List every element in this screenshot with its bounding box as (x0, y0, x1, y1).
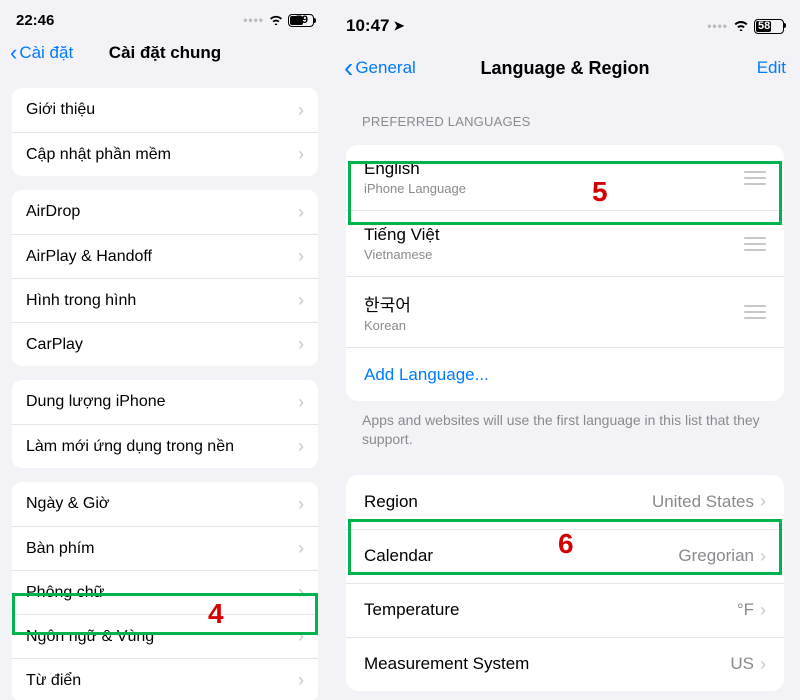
status-bar: 10:47 ➤ •••• 58 (330, 0, 800, 44)
status-time: 10:47 ➤ (346, 16, 404, 36)
chevron-right-icon: › (760, 491, 766, 512)
chevron-right-icon: › (298, 202, 304, 223)
wifi-icon (732, 18, 750, 34)
drag-handle-icon[interactable] (744, 305, 766, 319)
row-temperature[interactable]: Temperature°F› (346, 583, 784, 637)
back-label: Cài đặt (19, 43, 73, 63)
row-add-language[interactable]: Add Language... (346, 347, 784, 401)
row-region[interactable]: RegionUnited States› (346, 475, 784, 529)
chevron-right-icon: › (298, 144, 304, 165)
back-button[interactable]: ‹ General (344, 54, 416, 82)
chevron-right-icon: › (298, 538, 304, 559)
nav-bar: ‹ General Language & Region Edit (330, 44, 800, 94)
section-header-languages: Preferred Languages (330, 94, 800, 135)
chevron-right-icon: › (298, 626, 304, 647)
chevron-right-icon: › (760, 546, 766, 567)
row-software-update[interactable]: Cập nhật phần mềm› (12, 132, 318, 176)
group-languages: EnglishiPhone Language Tiếng ViệtVietnam… (346, 145, 784, 401)
phone-general-settings: 22:46 •••• 59 ‹ Cài đặt Cài đặt chung Gi… (0, 0, 330, 700)
cellular-icon: •••• (243, 13, 264, 27)
row-pip[interactable]: Hình trong hình› (12, 278, 318, 322)
row-measurement[interactable]: Measurement SystemUS› (346, 637, 784, 691)
chevron-right-icon: › (298, 582, 304, 603)
status-time: 22:46 (16, 12, 54, 29)
row-bgrefresh[interactable]: Làm mới ứng dụng trong nền› (12, 424, 318, 468)
cellular-icon: •••• (707, 19, 728, 33)
row-carplay[interactable]: CarPlay› (12, 322, 318, 366)
chevron-right-icon: › (298, 246, 304, 267)
row-airdrop[interactable]: AirDrop› (12, 190, 318, 234)
row-language-region[interactable]: Ngôn ngữ & Vùng› (12, 614, 318, 658)
status-right: •••• 59 (243, 12, 314, 28)
wifi-icon (268, 12, 284, 28)
battery-pct: 59 (296, 14, 308, 26)
chevron-right-icon: › (298, 494, 304, 515)
row-lang-english[interactable]: EnglishiPhone Language (346, 145, 784, 210)
location-icon: ➤ (393, 18, 404, 34)
row-dictionary[interactable]: Từ điển› (12, 658, 318, 700)
back-label: General (355, 58, 415, 78)
chevron-left-icon: ‹ (344, 54, 353, 82)
group-datetime: Ngày & Giờ› Bàn phím› Phông chữ› Ngôn ng… (12, 482, 318, 700)
chevron-right-icon: › (298, 392, 304, 413)
status-bar: 22:46 •••• 59 (0, 0, 330, 36)
chevron-right-icon: › (298, 670, 304, 691)
row-keyboard[interactable]: Bàn phím› (12, 526, 318, 570)
chevron-right-icon: › (298, 436, 304, 457)
row-lang-korean[interactable]: 한국어Korean (346, 276, 784, 347)
content: Preferred Languages EnglishiPhone Langua… (330, 94, 800, 700)
nav-bar: ‹ Cài đặt Cài đặt chung (0, 36, 330, 74)
group-about: Giới thiệu› Cập nhật phần mềm› (12, 88, 318, 176)
drag-handle-icon[interactable] (744, 237, 766, 251)
footer-note: Apps and websites will use the first lan… (330, 401, 800, 449)
chevron-right-icon: › (298, 100, 304, 121)
drag-handle-icon[interactable] (744, 171, 766, 185)
chevron-right-icon: › (298, 290, 304, 311)
chevron-right-icon: › (760, 600, 766, 621)
row-airplay[interactable]: AirPlay & Handoff› (12, 234, 318, 278)
chevron-right-icon: › (298, 334, 304, 355)
phone-language-region: 10:47 ➤ •••• 58 ‹ General Language & Reg… (330, 0, 800, 700)
row-storage[interactable]: Dung lượng iPhone› (12, 380, 318, 424)
group-airdrop: AirDrop› AirPlay & Handoff› Hình trong h… (12, 190, 318, 366)
row-calendar[interactable]: CalendarGregorian› (346, 529, 784, 583)
chevron-left-icon: ‹ (10, 42, 17, 64)
chevron-right-icon: › (760, 654, 766, 675)
group-region: RegionUnited States› CalendarGregorian› … (346, 475, 784, 691)
row-datetime[interactable]: Ngày & Giờ› (12, 482, 318, 526)
battery-pct: 58 (758, 20, 770, 32)
back-button[interactable]: ‹ Cài đặt (10, 42, 73, 64)
row-lang-vietnamese[interactable]: Tiếng ViệtVietnamese (346, 210, 784, 276)
row-about[interactable]: Giới thiệu› (12, 88, 318, 132)
edit-button[interactable]: Edit (757, 58, 786, 78)
content: Giới thiệu› Cập nhật phần mềm› AirDrop› … (0, 74, 330, 700)
status-right: •••• 58 (707, 18, 784, 34)
group-storage: Dung lượng iPhone› Làm mới ứng dụng tron… (12, 380, 318, 468)
row-fonts[interactable]: Phông chữ› (12, 570, 318, 614)
